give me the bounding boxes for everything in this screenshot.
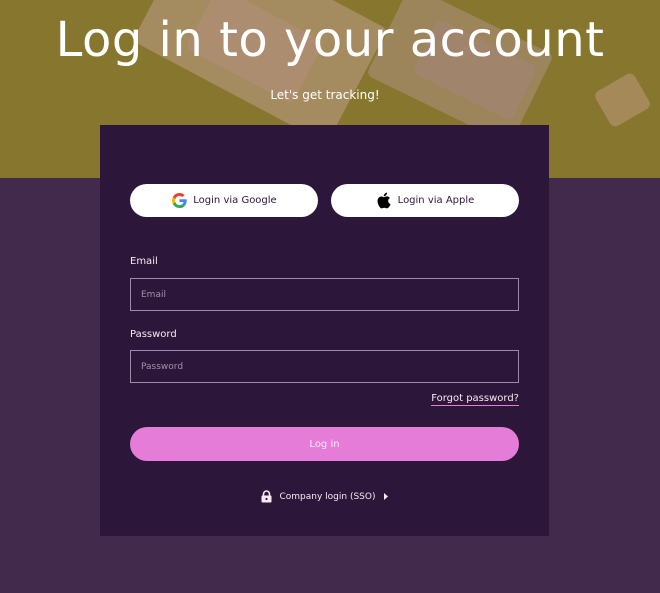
company-login-link[interactable]: Company login (SSO) — [100, 490, 549, 503]
login-button[interactable]: Log in — [130, 427, 519, 461]
apple-icon — [376, 192, 392, 209]
company-login-label: Company login (SSO) — [279, 491, 376, 502]
page-title: Log in to your account — [55, 12, 605, 68]
lock-icon — [261, 490, 272, 503]
email-label: Email — [130, 256, 158, 267]
page-subtitle: Let's get tracking! — [270, 88, 380, 102]
caret-right-icon — [383, 493, 389, 500]
password-label: Password — [130, 329, 177, 340]
password-field[interactable] — [130, 350, 519, 383]
google-icon — [171, 193, 187, 209]
login-card: Login via Google Login via Apple Email P… — [100, 125, 549, 536]
email-field[interactable] — [130, 278, 519, 311]
google-login-label: Login via Google — [193, 195, 277, 206]
forgot-password-link[interactable]: Forgot password? — [431, 393, 519, 406]
apple-login-label: Login via Apple — [397, 195, 475, 206]
google-login-button[interactable]: Login via Google — [130, 184, 318, 217]
apple-login-button[interactable]: Login via Apple — [331, 184, 519, 217]
